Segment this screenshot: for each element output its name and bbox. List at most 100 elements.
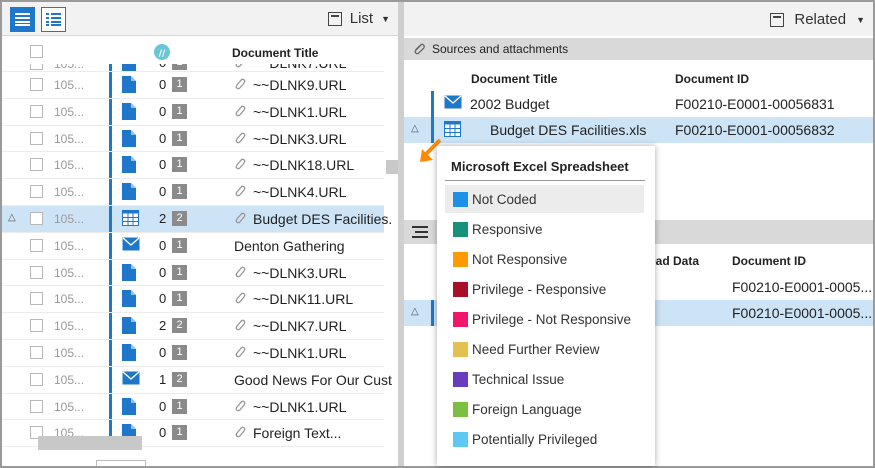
metadata-row-id: F00210-E0001-0005...: [732, 305, 873, 321]
document-icon: [122, 290, 136, 310]
row-title: Denton Gathering: [234, 237, 345, 254]
document-row[interactable]: 105... 0 1 ~~DLNK1.URL: [2, 339, 384, 367]
paperclip-icon: [414, 43, 425, 55]
document-row[interactable]: 105... 0 1 ~~DLNK3.URL: [2, 125, 384, 153]
family-badge: 1: [172, 103, 187, 119]
related-row-title: 2002 Budget: [470, 96, 550, 112]
row-number: 105...: [54, 319, 85, 334]
family-badge: 1: [172, 237, 187, 253]
pager-tab[interactable]: [96, 460, 146, 466]
coding-option[interactable]: Privilege - Not Responsive: [445, 305, 644, 333]
detail-view-button[interactable]: [41, 7, 66, 32]
email-icon: [444, 95, 462, 109]
column-header-document-title[interactable]: Document Title: [232, 46, 318, 60]
row-checkbox[interactable]: [30, 372, 43, 386]
related-toolbar: Related ▼: [404, 2, 873, 36]
row-checkbox[interactable]: [30, 64, 43, 70]
document-row[interactable]: 105... 0 1 ~~DLNK9.URL: [2, 72, 384, 99]
family-badge: 2: [172, 210, 187, 226]
document-row[interactable]: 105... 0 1 ~~DLNK11.URL: [2, 286, 384, 314]
document-row[interactable]: 105... 0 1 ~~DLNK18.URL: [2, 152, 384, 180]
coding-option[interactable]: Need Further Review: [445, 335, 644, 363]
related-row-selected[interactable]: △ Budget DES Facilities.xls F00210-E0001…: [404, 117, 873, 143]
metadata-row-id: F00210-E0001-0005...: [732, 279, 873, 295]
chevron-down-icon: ▼: [381, 13, 390, 24]
coding-option[interactable]: Technical Issue: [445, 365, 644, 393]
paperclip-icon: [234, 157, 246, 174]
row-indicator: [109, 64, 112, 71]
row-count: 0: [159, 264, 167, 280]
detail-list-icon: [46, 13, 61, 26]
email-icon: [122, 237, 140, 254]
coding-option[interactable]: Potentially Privileged: [445, 425, 644, 453]
family-badge: 1: [172, 398, 187, 414]
document-icon: [122, 317, 136, 337]
vertical-scroll-thumb[interactable]: [386, 160, 398, 174]
row-checkbox[interactable]: [30, 211, 43, 225]
row-number: 105...: [54, 64, 85, 71]
document-row[interactable]: 105... 0 1 ~~DLNK1.URL: [2, 98, 384, 126]
document-row[interactable]: 105... 2 2 ~~DLNK7.URL: [2, 313, 384, 340]
row-checkbox[interactable]: [30, 319, 43, 333]
sources-attachments-header[interactable]: Sources and attachments: [404, 38, 873, 60]
paperclip-icon: [234, 291, 246, 308]
coding-option[interactable]: Responsive: [445, 215, 644, 243]
document-icon: [122, 397, 136, 418]
document-icon: [122, 129, 136, 150]
row-checkbox[interactable]: [30, 185, 43, 199]
row-checkbox[interactable]: [30, 104, 43, 118]
chevron-down-icon: ▼: [856, 14, 865, 25]
column-header-metadata[interactable]: ead Data: [649, 254, 699, 268]
row-checkbox[interactable]: [30, 345, 43, 359]
family-badge: 1: [172, 184, 187, 200]
document-row[interactable]: 105... 0 1 ~~DLNK4.URL: [2, 179, 384, 206]
list-view-button[interactable]: [10, 7, 35, 32]
related-row[interactable]: 2002 Budget F00210-E0001-00056831: [404, 91, 873, 117]
row-title: ~~DLNK4.URL: [253, 184, 347, 201]
row-checkbox[interactable]: [30, 265, 43, 279]
color-swatch: [453, 311, 468, 327]
row-checkbox[interactable]: [30, 78, 43, 91]
row-count: 0: [159, 344, 167, 360]
row-count: 0: [159, 64, 166, 70]
color-swatch: [453, 221, 468, 237]
document-row[interactable]: 105... 0 1 ~~DLNK1.URL: [2, 393, 384, 421]
row-indicator: [109, 72, 112, 98]
row-checkbox[interactable]: [30, 292, 43, 306]
family-badge: 1: [172, 130, 187, 146]
document-icon: [122, 183, 136, 203]
coding-option[interactable]: Not Responsive: [445, 245, 644, 273]
section-title: Sources and attachments: [432, 42, 569, 56]
column-header-document-id-2[interactable]: Document ID: [732, 254, 806, 268]
row-checkbox[interactable]: [30, 399, 43, 413]
panel-icon: [327, 11, 342, 26]
document-icon: [122, 263, 136, 284]
coding-option[interactable]: Not Coded: [445, 185, 644, 213]
color-swatch: [453, 341, 468, 357]
document-rows: 105...01~~DLNK7.URL105...01~~DLNK9.URL10…: [2, 64, 392, 448]
document-row[interactable]: 105... 1 2 Good News For Our Cust: [2, 366, 392, 394]
coding-option[interactable]: Foreign Language: [445, 395, 644, 423]
row-title: ~~DLNK9.URL: [253, 77, 347, 93]
family-badge: 2: [172, 318, 187, 334]
document-row[interactable]: 105... 0 1 ~~DLNK3.URL: [2, 259, 384, 287]
row-checkbox[interactable]: [30, 158, 43, 172]
document-row[interactable]: 105... 0 1 Denton Gathering: [2, 232, 384, 260]
document-row[interactable]: 105... 01 ~~DLNK7.URL: [2, 64, 384, 72]
select-all-checkbox[interactable]: [30, 45, 43, 58]
horizontal-scrollbar-thumb[interactable]: [38, 436, 142, 450]
row-checkbox[interactable]: [30, 131, 43, 145]
column-header-document-id[interactable]: Document ID: [675, 72, 749, 86]
document-row-selected[interactable]: △ 105... 2 2 Budget DES Facilities.: [2, 205, 392, 233]
related-row-id: F00210-E0001-00056831: [675, 96, 835, 112]
row-count: 0: [159, 103, 167, 119]
row-title: Good News For Our Cust: [234, 371, 392, 388]
related-view-selector[interactable]: Related ▼: [770, 11, 865, 28]
row-number: 105...: [54, 265, 85, 280]
thread-icon: //: [154, 44, 170, 60]
column-header-document-title[interactable]: Document Title: [471, 72, 557, 86]
row-checkbox[interactable]: [30, 238, 43, 252]
view-selector[interactable]: List ▼: [327, 10, 390, 27]
coding-option[interactable]: Privilege - Responsive: [445, 275, 644, 303]
row-count: 0: [159, 157, 167, 173]
